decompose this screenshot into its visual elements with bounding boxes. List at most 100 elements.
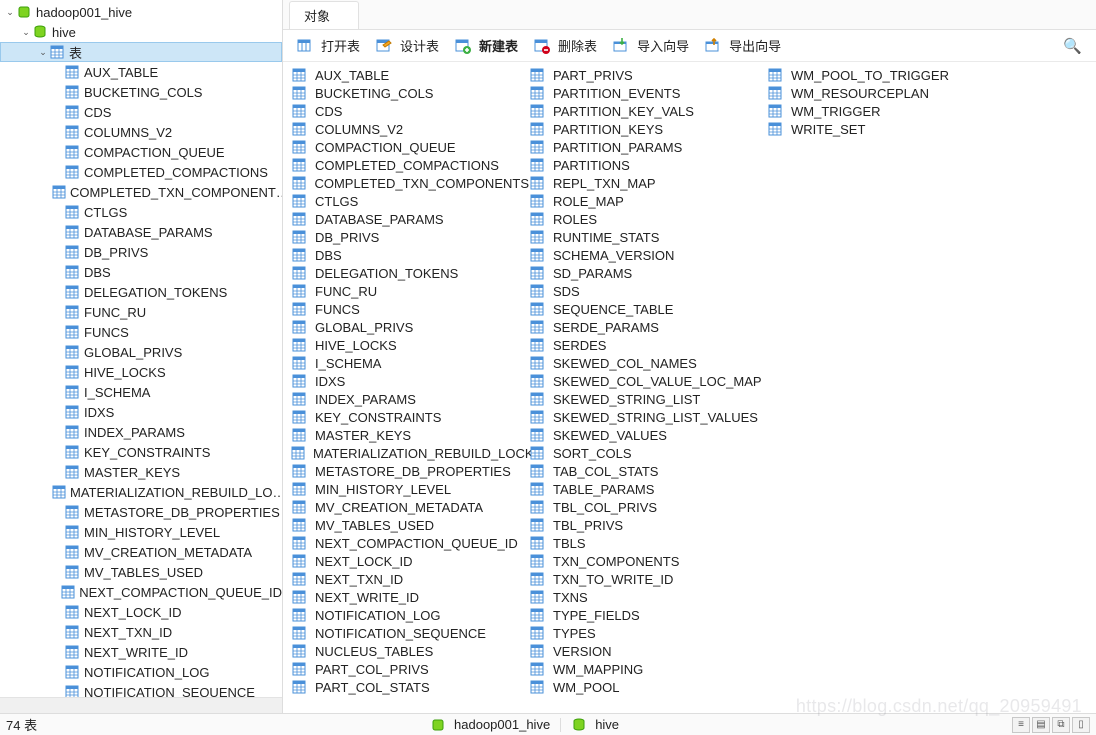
object-item[interactable]: SCHEMA_VERSION bbox=[529, 246, 767, 264]
object-item[interactable]: TXN_TO_WRITE_ID bbox=[529, 570, 767, 588]
status-path-connection[interactable]: hadoop001_hive bbox=[430, 717, 550, 733]
tree-table-item[interactable]: METASTORE_DB_PROPERTIES bbox=[0, 502, 282, 522]
tree-tables-node[interactable]: ⌄表 bbox=[0, 42, 282, 62]
tree-connection[interactable]: ⌄hadoop001_hive bbox=[0, 2, 282, 22]
object-item[interactable]: BUCKETING_COLS bbox=[291, 84, 529, 102]
object-item[interactable]: SKEWED_COL_VALUE_LOC_MAP bbox=[529, 372, 767, 390]
tree-table-item[interactable]: DBS bbox=[0, 262, 282, 282]
object-item[interactable]: REPL_TXN_MAP bbox=[529, 174, 767, 192]
object-item[interactable]: TXN_COMPONENTS bbox=[529, 552, 767, 570]
tree-table-item[interactable]: COLUMNS_V2 bbox=[0, 122, 282, 142]
status-path-database[interactable]: hive bbox=[571, 717, 619, 733]
object-item[interactable]: TYPE_FIELDS bbox=[529, 606, 767, 624]
object-item[interactable]: IDXS bbox=[291, 372, 529, 390]
object-item[interactable]: SDS bbox=[529, 282, 767, 300]
object-item[interactable]: PARTITIONS bbox=[529, 156, 767, 174]
object-item[interactable]: COMPACTION_QUEUE bbox=[291, 138, 529, 156]
object-item[interactable]: COMPLETED_TXN_COMPONENTS bbox=[291, 174, 529, 192]
tree-table-item[interactable]: NOTIFICATION_SEQUENCE bbox=[0, 682, 282, 697]
view-erd-button[interactable]: ⧉ bbox=[1052, 717, 1070, 733]
object-item[interactable]: PART_COL_STATS bbox=[291, 678, 529, 696]
tree-table-item[interactable]: DELEGATION_TOKENS bbox=[0, 282, 282, 302]
object-item[interactable]: PARTITION_KEYS bbox=[529, 120, 767, 138]
import-wizard-button[interactable]: 导入向导 bbox=[607, 34, 695, 57]
tree-table-item[interactable]: NOTIFICATION_LOG bbox=[0, 662, 282, 682]
object-item[interactable]: NEXT_COMPACTION_QUEUE_ID bbox=[291, 534, 529, 552]
object-item[interactable]: SKEWED_STRING_LIST bbox=[529, 390, 767, 408]
object-item[interactable]: MATERIALIZATION_REBUILD_LOCKS bbox=[291, 444, 529, 462]
object-item[interactable]: PARTITION_KEY_VALS bbox=[529, 102, 767, 120]
object-item[interactable]: VERSION bbox=[529, 642, 767, 660]
tree-table-item[interactable]: KEY_CONSTRAINTS bbox=[0, 442, 282, 462]
new-table-button[interactable]: 新建表 bbox=[449, 34, 524, 57]
object-item[interactable]: SKEWED_STRING_LIST_VALUES bbox=[529, 408, 767, 426]
tree-table-item[interactable]: DATABASE_PARAMS bbox=[0, 222, 282, 242]
object-item[interactable]: SERDES bbox=[529, 336, 767, 354]
object-item[interactable]: DATABASE_PARAMS bbox=[291, 210, 529, 228]
object-item[interactable]: PART_PRIVS bbox=[529, 66, 767, 84]
objects-area[interactable]: AUX_TABLEBUCKETING_COLSCDSCOLUMNS_V2COMP… bbox=[283, 62, 1096, 713]
tree-table-item[interactable]: CDS bbox=[0, 102, 282, 122]
tree-table-item[interactable]: COMPLETED_COMPACTIONS bbox=[0, 162, 282, 182]
design-table-button[interactable]: 设计表 bbox=[370, 34, 445, 57]
object-item[interactable]: SERDE_PARAMS bbox=[529, 318, 767, 336]
object-item[interactable]: SEQUENCE_TABLE bbox=[529, 300, 767, 318]
object-item[interactable]: SKEWED_VALUES bbox=[529, 426, 767, 444]
object-item[interactable]: WRITE_SET bbox=[767, 120, 1005, 138]
tree-table-item[interactable]: NEXT_COMPACTION_QUEUE_ID bbox=[0, 582, 282, 602]
object-item[interactable]: ROLE_MAP bbox=[529, 192, 767, 210]
object-item[interactable]: SD_PARAMS bbox=[529, 264, 767, 282]
object-item[interactable]: DB_PRIVS bbox=[291, 228, 529, 246]
delete-table-button[interactable]: 删除表 bbox=[528, 34, 603, 57]
view-detail-button[interactable]: ▤ bbox=[1032, 717, 1050, 733]
object-item[interactable]: SORT_COLS bbox=[529, 444, 767, 462]
object-item[interactable]: MIN_HISTORY_LEVEL bbox=[291, 480, 529, 498]
object-item[interactable]: FUNCS bbox=[291, 300, 529, 318]
export-wizard-button[interactable]: 导出向导 bbox=[699, 34, 787, 57]
tree-table-item[interactable]: MIN_HISTORY_LEVEL bbox=[0, 522, 282, 542]
object-item[interactable]: NOTIFICATION_LOG bbox=[291, 606, 529, 624]
chevron-down-icon[interactable]: ⌄ bbox=[20, 27, 32, 38]
tree-table-item[interactable]: NEXT_LOCK_ID bbox=[0, 602, 282, 622]
object-item[interactable]: TBL_COL_PRIVS bbox=[529, 498, 767, 516]
object-item[interactable]: CTLGS bbox=[291, 192, 529, 210]
tree-table-item[interactable]: NEXT_TXN_ID bbox=[0, 622, 282, 642]
object-item[interactable]: TBLS bbox=[529, 534, 767, 552]
tree-table-item[interactable]: MV_TABLES_USED bbox=[0, 562, 282, 582]
object-item[interactable]: NEXT_WRITE_ID bbox=[291, 588, 529, 606]
object-item[interactable]: PART_COL_PRIVS bbox=[291, 660, 529, 678]
object-item[interactable]: DELEGATION_TOKENS bbox=[291, 264, 529, 282]
object-item[interactable]: NEXT_LOCK_ID bbox=[291, 552, 529, 570]
tree-table-item[interactable]: COMPACTION_QUEUE bbox=[0, 142, 282, 162]
object-item[interactable]: MASTER_KEYS bbox=[291, 426, 529, 444]
object-item[interactable]: CDS bbox=[291, 102, 529, 120]
view-list-button[interactable]: ≡ bbox=[1012, 717, 1030, 733]
object-item[interactable]: WM_POOL bbox=[529, 678, 767, 696]
object-item[interactable]: I_SCHEMA bbox=[291, 354, 529, 372]
tree-table-item[interactable]: IDXS bbox=[0, 402, 282, 422]
object-item[interactable]: RUNTIME_STATS bbox=[529, 228, 767, 246]
object-item[interactable]: NOTIFICATION_SEQUENCE bbox=[291, 624, 529, 642]
tree-table-item[interactable]: DB_PRIVS bbox=[0, 242, 282, 262]
object-item[interactable]: COMPLETED_COMPACTIONS bbox=[291, 156, 529, 174]
open-table-button[interactable]: 打开表 bbox=[291, 34, 366, 57]
object-item[interactable]: FUNC_RU bbox=[291, 282, 529, 300]
object-item[interactable]: GLOBAL_PRIVS bbox=[291, 318, 529, 336]
object-item[interactable]: WM_TRIGGER bbox=[767, 102, 1005, 120]
object-item[interactable]: PARTITION_EVENTS bbox=[529, 84, 767, 102]
tree-table-item[interactable]: INDEX_PARAMS bbox=[0, 422, 282, 442]
tree-horizontal-scrollbar[interactable] bbox=[0, 697, 282, 713]
view-panel-button[interactable]: ▯ bbox=[1072, 717, 1090, 733]
object-item[interactable]: MV_CREATION_METADATA bbox=[291, 498, 529, 516]
object-item[interactable]: COLUMNS_V2 bbox=[291, 120, 529, 138]
chevron-down-icon[interactable]: ⌄ bbox=[37, 47, 49, 58]
object-item[interactable]: AUX_TABLE bbox=[291, 66, 529, 84]
tree-table-item[interactable]: MATERIALIZATION_REBUILD_LO… bbox=[0, 482, 282, 502]
object-item[interactable]: DBS bbox=[291, 246, 529, 264]
tree-table-item[interactable]: MASTER_KEYS bbox=[0, 462, 282, 482]
object-item[interactable]: NUCLEUS_TABLES bbox=[291, 642, 529, 660]
object-item[interactable]: ROLES bbox=[529, 210, 767, 228]
tree-table-item[interactable]: FUNC_RU bbox=[0, 302, 282, 322]
object-item[interactable]: TABLE_PARAMS bbox=[529, 480, 767, 498]
tree-table-item[interactable]: I_SCHEMA bbox=[0, 382, 282, 402]
